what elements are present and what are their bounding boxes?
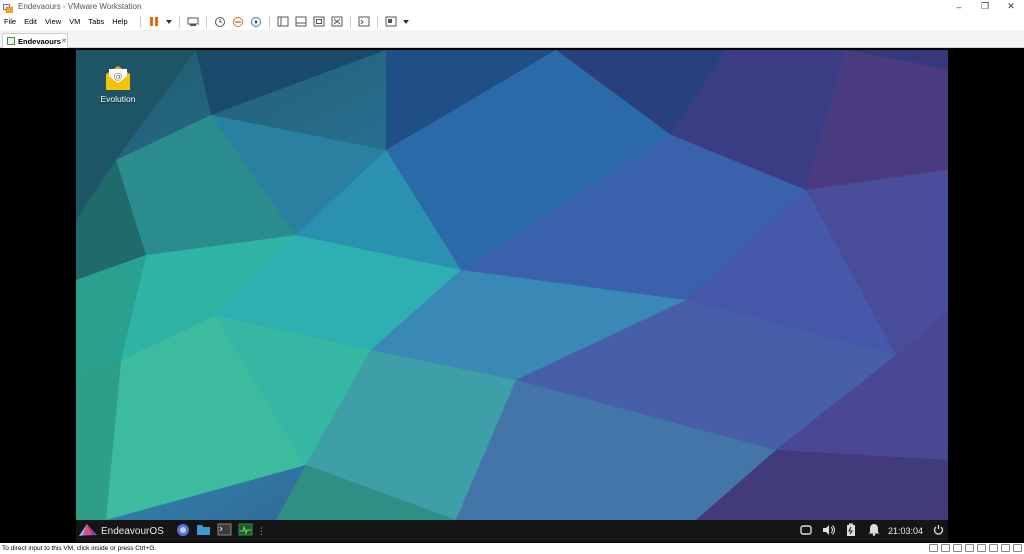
power-icon[interactable] [933, 524, 944, 538]
cd-dvd-icon[interactable] [941, 544, 950, 552]
menu-view[interactable]: View [41, 17, 65, 26]
hard-disk-icon[interactable] [929, 544, 938, 552]
unity-icon[interactable] [330, 15, 344, 28]
volume-icon[interactable] [822, 524, 836, 539]
desktop-icon-label: Evolution [100, 94, 136, 104]
terminal-icon[interactable] [217, 523, 232, 539]
toolbar-separator [268, 15, 270, 28]
clock[interactable]: 21:03:04 [888, 526, 923, 536]
usb-icon[interactable] [965, 544, 974, 552]
status-text: To direct input to this VM, click inside… [2, 545, 157, 552]
notifications-icon[interactable] [868, 523, 880, 539]
mail-icon: @ [104, 64, 132, 92]
guest-taskbar: EndeavourOS ⋮ 21:03:04 [76, 520, 948, 542]
sound-card-icon[interactable] [977, 544, 986, 552]
dropdown-arrow-icon[interactable] [165, 15, 173, 28]
vmware-app-icon [3, 2, 13, 13]
evolution-desktop-icon[interactable]: @ Evolution [96, 64, 140, 104]
os-name-label: EndeavourOS [101, 525, 164, 537]
menu-help[interactable]: Help [108, 17, 131, 26]
toolbar-separator [205, 15, 207, 28]
message-log-icon[interactable] [1013, 544, 1022, 552]
menu-tabs[interactable]: Tabs [84, 17, 108, 26]
vm-tab-icon [7, 37, 15, 45]
pause-icon[interactable] [147, 15, 161, 28]
display-device-icon[interactable] [1001, 544, 1010, 552]
title-bar: Endevaours - VMware Workstation – ❐ ✕ [0, 0, 1024, 13]
battery-icon[interactable] [846, 523, 856, 540]
stretch-view-icon[interactable] [384, 15, 398, 28]
menu-vm[interactable]: VM [65, 17, 84, 26]
tab-close-icon[interactable]: ✕ [61, 37, 67, 45]
whisker-menu-button[interactable]: EndeavourOS [78, 523, 164, 540]
file-manager-icon[interactable] [196, 523, 211, 539]
show-library-icon[interactable] [276, 15, 290, 28]
menu-file[interactable]: File [0, 17, 20, 26]
tab-bar: Endevaours ✕ [0, 30, 1024, 48]
menu-bar: File Edit View VM Tabs Help [0, 13, 1024, 30]
desktop-wallpaper [76, 50, 948, 520]
close-button[interactable]: ✕ [998, 0, 1024, 13]
endeavouros-logo-icon [78, 523, 98, 540]
maximize-button[interactable]: ❐ [972, 0, 998, 13]
display-icon[interactable] [800, 524, 812, 538]
firefox-icon[interactable] [176, 523, 190, 540]
printer-icon[interactable] [989, 544, 998, 552]
network-adapter-icon[interactable] [953, 544, 962, 552]
toolbar-separator [376, 15, 378, 28]
tab-label: Endevaours [18, 36, 61, 46]
toolbar-separator [349, 15, 351, 28]
dropdown-arrow-icon[interactable] [402, 15, 410, 28]
system-tray: 21:03:04 [800, 520, 948, 542]
console-view-icon[interactable] [357, 15, 371, 28]
toolbar [136, 15, 412, 28]
status-bar: To direct input to this VM, click inside… [0, 543, 1024, 554]
send-ctrl-alt-del-icon[interactable] [186, 15, 200, 28]
toolbar-separator [139, 15, 141, 28]
snapshot-icon[interactable] [213, 15, 227, 28]
normal-view-icon[interactable] [294, 15, 308, 28]
svg-text:@: @ [114, 72, 123, 82]
menu-edit[interactable]: Edit [20, 17, 41, 26]
tab-endevaours[interactable]: Endevaours ✕ [2, 33, 68, 48]
minimize-button[interactable]: – [946, 0, 972, 13]
revert-snapshot-icon[interactable] [231, 15, 245, 28]
window-title: Endevaours - VMware Workstation [18, 2, 142, 11]
guest-desktop[interactable]: @ Evolution [76, 50, 948, 520]
full-screen-icon[interactable] [312, 15, 326, 28]
snapshot-manager-icon[interactable] [249, 15, 263, 28]
toolbar-separator [178, 15, 180, 28]
more-launchers-icon[interactable]: ⋮ [257, 526, 266, 537]
task-manager-icon[interactable] [238, 523, 253, 539]
vm-display[interactable]: @ Evolution EndeavourOS ⋮ 21:03:04 [0, 48, 1024, 543]
